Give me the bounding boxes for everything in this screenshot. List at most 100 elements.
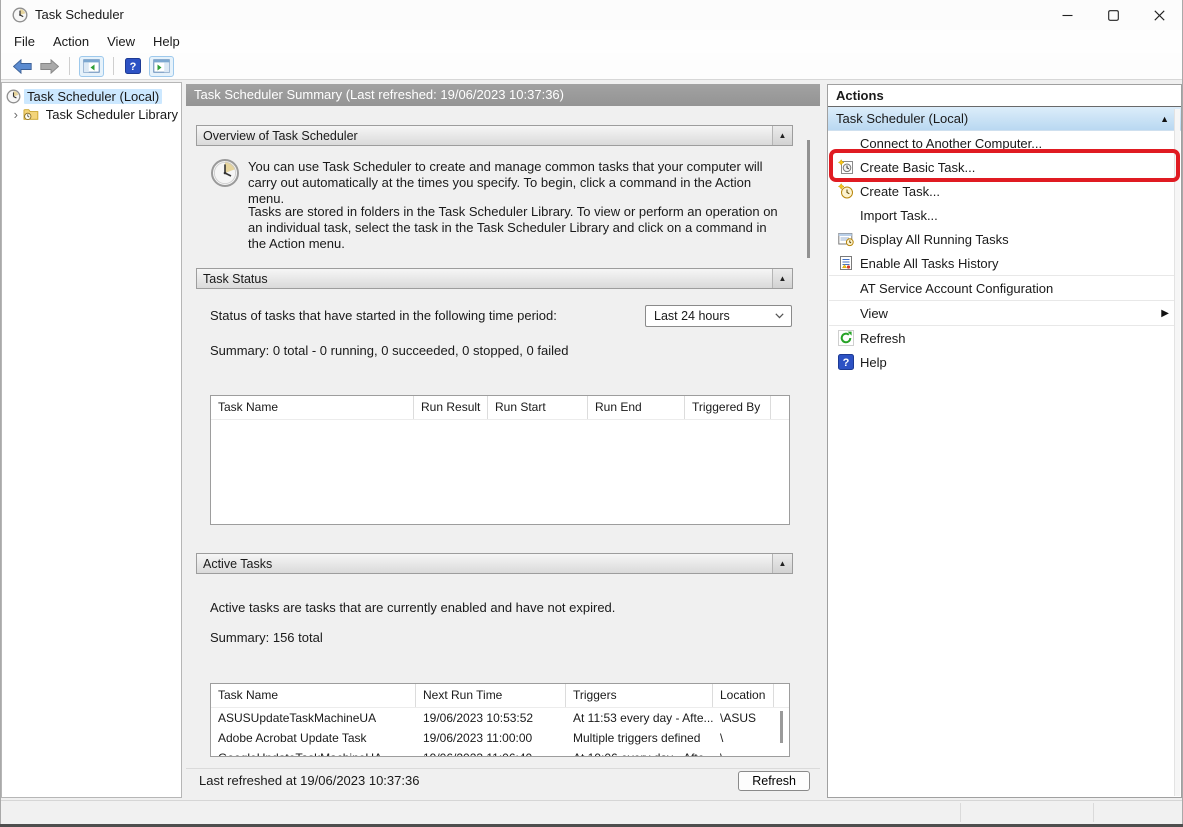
minimize-button[interactable] (1044, 0, 1090, 30)
maximize-icon (1108, 10, 1119, 21)
action-label: View (858, 306, 888, 321)
status-bar (1, 800, 1182, 824)
maximize-button[interactable] (1090, 0, 1136, 30)
toolbar-separator (69, 57, 70, 75)
collapse-overview-button[interactable]: ▲ (772, 126, 792, 145)
active-tasks-section-header: Active Tasks ▲ (196, 553, 793, 574)
column-header[interactable]: Run Start (488, 396, 588, 419)
action-at-service-account-configuration[interactable]: AT Service Account Configuration (828, 276, 1181, 300)
task-scheduler-window: Task Scheduler File Action View Help (0, 0, 1183, 827)
last-refreshed-text: Last refreshed at 19/06/2023 10:37:36 (186, 773, 419, 788)
cell: \ASUS (713, 711, 774, 725)
show-action-pane-button[interactable] (149, 56, 174, 77)
table-row[interactable]: GoogleUpdateTaskMachineUA 19/06/2023 11:… (211, 748, 789, 757)
column-header[interactable]: Task Name (211, 396, 414, 419)
menu-help[interactable]: Help (144, 32, 189, 51)
display-running-tasks-icon (838, 231, 854, 247)
actions-group-title: Task Scheduler (Local) (836, 111, 968, 126)
column-header-filler (771, 396, 789, 419)
task-status-section-title: Task Status (197, 272, 268, 286)
toolbar: ? (1, 53, 1182, 80)
column-header[interactable]: Triggered By (685, 396, 771, 419)
toolbar-separator (113, 57, 114, 75)
collapse-group-icon[interactable]: ▲ (1160, 114, 1169, 124)
task-status-table-header: Task Name Run Result Run Start Run End T… (211, 396, 789, 420)
active-tasks-table: Task Name Next Run Time Triggers Locatio… (210, 683, 790, 757)
console-tree-panel: Task Scheduler (Local) › Task Scheduler … (1, 82, 182, 798)
refresh-button[interactable]: Refresh (738, 771, 810, 791)
cell: Adobe Acrobat Update Task (211, 731, 416, 745)
time-period-dropdown[interactable]: Last 24 hours (645, 305, 792, 327)
tree-item-task-scheduler-local[interactable]: Task Scheduler (Local) (2, 87, 181, 105)
back-arrow-icon[interactable] (13, 59, 32, 74)
action-enable-all-tasks-history[interactable]: Enable All Tasks History (828, 251, 1181, 275)
action-label: Refresh (858, 331, 906, 346)
title-bar: Task Scheduler (1, 0, 1182, 30)
close-button[interactable] (1136, 0, 1182, 30)
action-display-all-running-tasks[interactable]: Display All Running Tasks (828, 227, 1181, 251)
column-header[interactable]: Run End (588, 396, 685, 419)
action-view[interactable]: View ▶ (828, 301, 1181, 325)
table-row[interactable]: ASUSUpdateTaskMachineUA 19/06/2023 10:53… (211, 708, 789, 728)
column-header[interactable]: Next Run Time (416, 684, 566, 707)
clock-app-icon (12, 7, 28, 23)
chevron-down-icon (775, 313, 784, 319)
overview-section-title: Overview of Task Scheduler (197, 129, 358, 143)
active-tasks-table-header: Task Name Next Run Time Triggers Locatio… (211, 684, 789, 708)
menu-file[interactable]: File (5, 32, 44, 51)
summary-panel: Task Scheduler Summary (Last refreshed: … (186, 84, 820, 792)
task-status-period-label: Status of tasks that have started in the… (210, 308, 557, 323)
column-header[interactable]: Location (713, 684, 774, 707)
tree-item-label: Task Scheduler (Local) (24, 89, 162, 104)
svg-text:?: ? (130, 61, 137, 73)
help-icon: ? (838, 354, 854, 370)
summary-header: Task Scheduler Summary (Last refreshed: … (186, 84, 820, 106)
tree-item-label: Task Scheduler Library (43, 107, 181, 122)
actions-scrollbar-track[interactable] (1174, 109, 1180, 796)
annotation-highlight-create-basic-task (829, 149, 1180, 182)
actions-panel-title: Actions (828, 85, 1181, 107)
action-label: Display All Running Tasks (858, 232, 1009, 247)
action-label: Enable All Tasks History (858, 256, 999, 271)
forward-arrow-icon[interactable] (40, 59, 59, 74)
table-row[interactable]: Adobe Acrobat Update Task 19/06/2023 11:… (211, 728, 789, 748)
show-console-tree-button[interactable] (79, 56, 104, 77)
cell: Multiple triggers defined (566, 731, 713, 745)
menu-action[interactable]: Action (44, 32, 98, 51)
menu-view[interactable]: View (98, 32, 144, 51)
time-period-value: Last 24 hours (654, 309, 730, 323)
close-icon (1154, 10, 1165, 21)
menu-bar: File Action View Help (1, 30, 1182, 53)
column-header[interactable]: Triggers (566, 684, 713, 707)
summary-scrollbar-thumb[interactable] (807, 140, 810, 258)
toolbar-help-button[interactable]: ? (123, 56, 143, 77)
overview-clock-icon (210, 158, 240, 188)
cell: \ (713, 731, 774, 745)
submenu-arrow-icon: ▶ (1161, 308, 1169, 319)
overview-paragraph-2: Tasks are stored in folders in the Task … (248, 204, 783, 252)
tree-item-task-scheduler-library[interactable]: › Task Scheduler Library (2, 105, 181, 123)
overview-paragraph-1: You can use Task Scheduler to create and… (248, 159, 783, 207)
actions-group-header[interactable]: Task Scheduler (Local) ▲ (828, 107, 1181, 131)
folder-clock-icon (23, 107, 39, 121)
action-label: Create Task... (858, 184, 940, 199)
column-header-filler (774, 684, 789, 707)
chevron-right-icon[interactable]: › (10, 107, 21, 122)
tasks-history-icon (838, 255, 854, 271)
action-create-task[interactable]: Create Task... (828, 179, 1181, 203)
action-help[interactable]: ? Help (828, 350, 1181, 374)
collapse-active-tasks-button[interactable]: ▲ (772, 554, 792, 573)
cell: At 19:06 every day - Afte... (566, 751, 713, 757)
cell: \ (713, 751, 774, 757)
column-header[interactable]: Task Name (211, 684, 416, 707)
clock-icon (6, 89, 21, 104)
action-import-task[interactable]: Import Task... (828, 203, 1181, 227)
refresh-icon (838, 330, 854, 346)
action-label: AT Service Account Configuration (858, 281, 1053, 296)
active-tasks-summary: Summary: 156 total (210, 630, 323, 645)
action-refresh[interactable]: Refresh (828, 326, 1181, 350)
cell: 19/06/2023 11:00:00 (416, 731, 566, 745)
column-header[interactable]: Run Result (414, 396, 488, 419)
collapse-task-status-button[interactable]: ▲ (772, 269, 792, 288)
table-scrollbar-thumb[interactable] (780, 711, 783, 743)
